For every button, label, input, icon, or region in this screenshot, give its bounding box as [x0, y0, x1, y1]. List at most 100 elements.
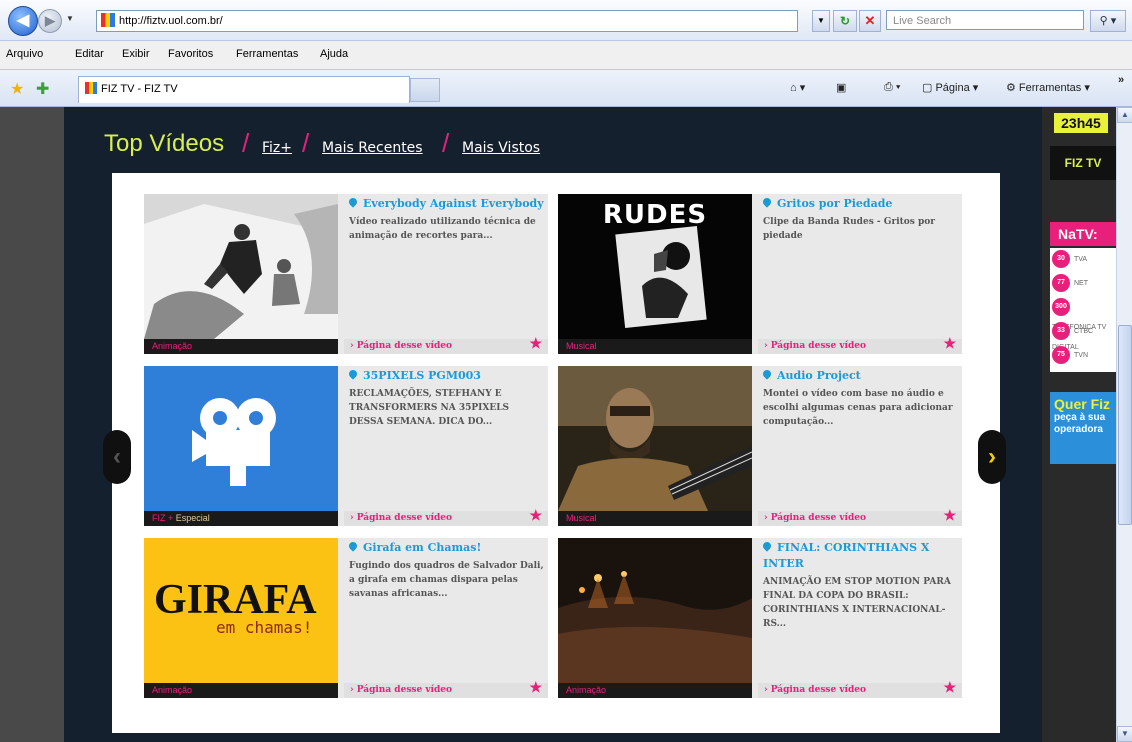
video-page-link[interactable]: › Página desse vídeo	[350, 511, 452, 526]
video-thumbnail[interactable]	[144, 194, 338, 339]
print-icon[interactable]: ⎙ ▾	[884, 81, 900, 94]
feeds-icon[interactable]: ▣	[836, 81, 846, 94]
scroll-down-icon[interactable]: ▼	[1117, 726, 1132, 742]
channel-number: 30	[1052, 250, 1070, 269]
channel-item[interactable]: 300TELEFONICA TV DIGITAL	[1052, 298, 1116, 351]
video-title[interactable]: FINAL: CORINTHIANS X INTER	[761, 540, 958, 572]
video-page-link[interactable]: › Página desse vídeo	[350, 683, 452, 698]
menu-ajuda[interactable]: Ajuda	[320, 48, 348, 60]
video-title[interactable]: Girafa em Chamas!	[347, 540, 544, 556]
video-thumbnail[interactable]	[558, 366, 752, 511]
link-mais-vistos[interactable]: Mais Vistos	[462, 140, 540, 156]
page-menu-label: Página	[935, 82, 970, 94]
divider-slash: /	[242, 128, 250, 158]
menu-editar[interactable]: Editar	[75, 48, 104, 60]
video-card[interactable]: RUDES Musical Gritos por Piedade Clipe d…	[558, 194, 962, 354]
back-button[interactable]: ◀	[8, 6, 38, 36]
category-label: Musical	[566, 513, 597, 523]
video-page-link[interactable]: › Página desse vídeo	[764, 339, 866, 354]
vertical-scrollbar[interactable]: ▲ ▼	[1116, 107, 1132, 742]
channel-item[interactable]: 33 CTBC	[1052, 322, 1116, 342]
video-thumbnail[interactable]	[144, 366, 338, 511]
menu-arquivo[interactable]: Arquivo	[6, 48, 43, 60]
video-thumbnail[interactable]: RUDES	[558, 194, 752, 339]
tab-fiztv[interactable]: FIZ TV - FIZ TV	[78, 76, 410, 103]
favorites-star-icon[interactable]: ★	[10, 79, 24, 99]
video-title-text: Audio Project	[777, 369, 861, 382]
video-category: Musical	[558, 511, 752, 526]
favorite-star-icon[interactable]: ★	[529, 337, 542, 352]
chevron-more-icon[interactable]: »	[1118, 74, 1124, 86]
video-title-text: Gritos por Piedade	[777, 197, 893, 210]
next-arrow-button[interactable]: ›	[978, 430, 1006, 484]
video-title-text: Girafa em Chamas!	[363, 541, 482, 554]
video-card[interactable]: Musical Audio Project Montei o vídeo com…	[558, 366, 962, 526]
forward-arrow-icon: ▶	[45, 13, 55, 28]
fiz-logo[interactable]: FIZ TV	[1050, 146, 1116, 180]
category-label: Musical	[566, 341, 597, 351]
page-menu[interactable]: ▢ Página ▾	[922, 81, 978, 94]
video-title[interactable]: Gritos por Piedade	[761, 196, 958, 212]
new-tab-button[interactable]	[410, 78, 440, 102]
channel-name: NET	[1074, 280, 1088, 287]
promo-banner[interactable]: Quer Fiz peça à sua operadora	[1050, 392, 1116, 464]
tools-menu[interactable]: ⚙ Ferramentas ▾	[1006, 81, 1090, 94]
browser-toolbar: ◀ ▶ ▼ http://fiztv.uol.com.br/ ▼ ↻ ✕ Liv…	[0, 0, 1132, 41]
add-favorite-icon[interactable]: ✚	[36, 79, 49, 99]
previous-arrow-button[interactable]: ‹	[103, 430, 131, 484]
menu-ferramentas[interactable]: Ferramentas	[236, 48, 298, 60]
video-page-link[interactable]: › Página desse vídeo	[764, 511, 866, 526]
history-dropdown-icon[interactable]: ▼	[66, 14, 74, 23]
link-fiz-plus[interactable]: Fiz+	[262, 140, 292, 156]
address-bar[interactable]: http://fiztv.uol.com.br/	[96, 10, 798, 32]
video-card[interactable]: FIZ + Especial 35PIXELS PGM003 RECLAMAÇÕ…	[144, 366, 548, 526]
channel-item[interactable]: 75 TVN	[1052, 346, 1116, 366]
video-page-bar: › Página desse vídeo ★	[758, 681, 962, 698]
search-input[interactable]: Live Search	[886, 10, 1084, 30]
favorite-star-icon[interactable]: ★	[943, 337, 956, 352]
pin-icon	[761, 540, 773, 552]
scroll-thumb[interactable]	[1118, 325, 1132, 525]
forward-button[interactable]: ▶	[38, 9, 62, 33]
menu-exibir[interactable]: Exibir	[122, 48, 150, 60]
channel-item[interactable]: 77 NET	[1052, 274, 1116, 294]
favorite-star-icon[interactable]: ★	[529, 681, 542, 696]
video-page-bar: › Página desse vídeo ★	[344, 337, 548, 354]
video-page-link[interactable]: › Página desse vídeo	[350, 339, 452, 354]
video-title[interactable]: Audio Project	[761, 368, 958, 384]
video-card[interactable]: Animação Everybody Against Everybody Víd…	[144, 194, 548, 354]
video-card[interactable]: GIRAFA em chamas! Animação Girafa em Cha…	[144, 538, 548, 698]
video-description: Montei o vídeo com base no áudio e escol…	[763, 389, 953, 427]
video-description: Fugindo dos quadros de Salvador Dali, a …	[349, 561, 544, 599]
refresh-button[interactable]: ↻	[833, 10, 857, 32]
menu-favoritos[interactable]: Favoritos	[168, 48, 213, 60]
channel-number: 33	[1052, 322, 1070, 341]
video-title[interactable]: Everybody Against Everybody	[347, 196, 544, 212]
left-background	[0, 107, 64, 742]
video-title-text: 35PIXELS PGM003	[363, 369, 481, 382]
search-button[interactable]: ⚲ ▾	[1090, 10, 1126, 32]
video-page-bar: › Página desse vídeo ★	[344, 509, 548, 526]
video-page-link[interactable]: › Página desse vídeo	[764, 683, 866, 698]
scroll-up-icon[interactable]: ▲	[1117, 107, 1132, 123]
favorite-star-icon[interactable]: ★	[943, 681, 956, 696]
video-title[interactable]: 35PIXELS PGM003	[347, 368, 544, 384]
tab-favicon-icon	[85, 82, 97, 95]
favorite-star-icon[interactable]: ★	[529, 509, 542, 524]
stop-button[interactable]: ✕	[859, 10, 881, 32]
address-dropdown-button[interactable]: ▼	[812, 10, 830, 32]
category-extra: Especial	[175, 513, 210, 523]
video-card[interactable]: Animação FINAL: CORINTHIANS X INTER ANIM…	[558, 538, 962, 698]
video-title-text: Everybody Against Everybody	[363, 197, 544, 210]
video-thumbnail[interactable]	[558, 538, 752, 683]
promo-text: peça à sua operadora	[1054, 412, 1106, 435]
channel-item[interactable]: 30 TVA	[1052, 250, 1116, 270]
video-info: FINAL: CORINTHIANS X INTER ANIMAÇÃO EM S…	[761, 538, 958, 631]
favorite-star-icon[interactable]: ★	[943, 509, 956, 524]
channel-name: TVN	[1074, 352, 1088, 359]
home-icon[interactable]: ⌂ ▾	[790, 81, 805, 94]
video-description: ANIMAÇÃO EM STOP MOTION PARA FINAL DA CO…	[763, 577, 951, 629]
video-thumbnail[interactable]: GIRAFA em chamas!	[144, 538, 338, 683]
tools-menu-label: Ferramentas	[1018, 82, 1082, 94]
link-mais-recentes[interactable]: Mais Recentes	[322, 140, 423, 156]
